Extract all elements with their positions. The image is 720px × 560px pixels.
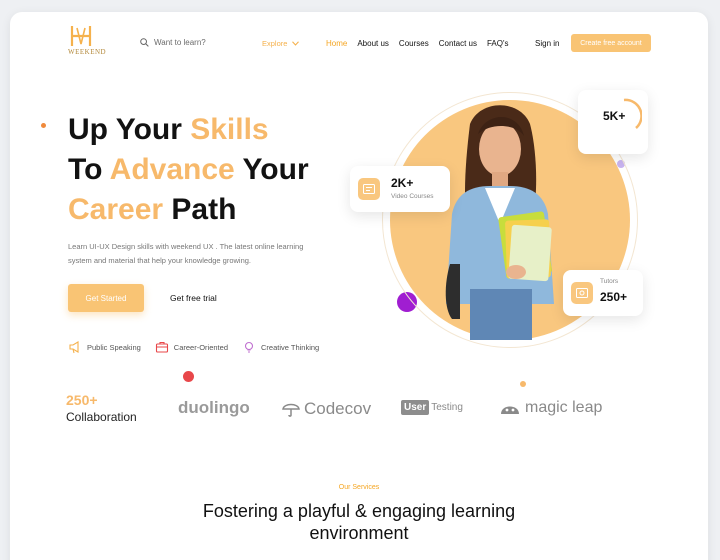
magic-leap-icon — [501, 406, 519, 414]
usertesting-logo: User Testing — [401, 400, 463, 415]
feature-label: Career-Oriented — [173, 342, 228, 352]
tutors-label: Tutors — [600, 278, 619, 285]
feature-item: Career-Oriented — [155, 340, 228, 354]
nav-contact[interactable]: Contact us — [439, 39, 477, 48]
decorative-dot — [41, 123, 46, 128]
hero-title-text: To — [68, 153, 110, 186]
page-card: WEEKEND Want to learn? Explore Home Abou… — [10, 12, 708, 560]
tutor-icon — [571, 282, 593, 304]
signin-link[interactable]: Sign in — [535, 39, 559, 48]
collaboration-label: Collaboration — [66, 410, 137, 424]
courses-stat-card: 2K+ Video Courses — [350, 166, 450, 212]
feature-label: Creative Thinking — [261, 342, 320, 352]
learners-value: 5K+ — [603, 109, 626, 123]
get-started-button[interactable]: Get Started — [68, 284, 144, 312]
decorative-dot — [520, 381, 526, 387]
nav-courses[interactable]: Courses — [399, 39, 429, 48]
video-course-icon — [358, 178, 380, 200]
brand-name: Testing — [431, 402, 463, 413]
explore-dropdown[interactable]: Explore — [262, 39, 300, 48]
codecov-logo: Codecov — [282, 399, 371, 419]
lightbulb-icon — [244, 341, 254, 353]
services-title: Fostering a playful & engaging learning … — [10, 500, 708, 544]
nav-faqs[interactable]: FAQ's — [487, 39, 509, 48]
create-account-button[interactable]: Create free account — [571, 34, 651, 52]
search-bar[interactable]: Want to learn? — [140, 38, 206, 47]
services-title-line: environment — [309, 523, 409, 543]
hero-subtitle: Learn UI-UX Design skills with weekend U… — [68, 242, 304, 265]
hero-title-highlight: Advance — [109, 153, 235, 186]
duolingo-logo: duolingo — [178, 398, 250, 418]
free-trial-button[interactable]: Get free trial — [170, 293, 217, 303]
hero-title-text: Path — [163, 193, 237, 226]
collaboration-value: 250+ — [66, 392, 98, 408]
search-placeholder: Want to learn? — [154, 38, 206, 47]
tutors-value: 250+ — [600, 290, 628, 304]
learners-stat-card: 5K+ — [578, 90, 648, 154]
brand-name: duolingo — [178, 398, 250, 417]
hero-title: Up Your Skills To Advance Your Career Pa… — [68, 110, 368, 230]
brand-name: magic leap — [525, 399, 603, 416]
brand-name: Codecov — [304, 399, 372, 418]
feature-item: Public Speaking — [68, 340, 141, 354]
magicleap-logo: magic leap — [499, 399, 602, 417]
nav-home[interactable]: Home — [326, 39, 347, 48]
megaphone-icon — [69, 341, 79, 354]
briefcase-icon — [155, 341, 168, 353]
services-title-line: Fostering a playful & engaging learning — [202, 501, 516, 521]
hero-title-highlight: Skills — [190, 113, 269, 146]
courses-value: 2K+ — [391, 176, 414, 190]
tutors-stat-card: Tutors 250+ — [563, 270, 643, 316]
search-icon — [140, 38, 149, 47]
nav-about[interactable]: About us — [357, 39, 389, 48]
main-nav: Home About us Courses Contact us FAQ's — [326, 39, 509, 48]
courses-label: Video Courses — [391, 193, 434, 200]
hero-title-text: Up Your — [68, 113, 191, 146]
explore-label: Explore — [262, 39, 288, 48]
umbrella-icon — [282, 403, 300, 417]
chevron-down-icon — [292, 41, 300, 46]
student-illustration — [445, 105, 554, 340]
feature-label: Public Speaking — [87, 342, 141, 352]
feature-list: Public Speaking Career-Oriented Creative… — [68, 340, 319, 354]
logo-text: WEEKEND — [68, 48, 107, 56]
decorative-dot — [183, 371, 194, 382]
logo-icon — [70, 26, 92, 46]
feature-item: Creative Thinking — [242, 340, 319, 354]
hero-title-highlight: Career — [68, 193, 164, 226]
services-label: Our Services — [338, 484, 380, 491]
brand-name: User — [401, 400, 430, 415]
hero-title-text: Your — [234, 153, 309, 186]
